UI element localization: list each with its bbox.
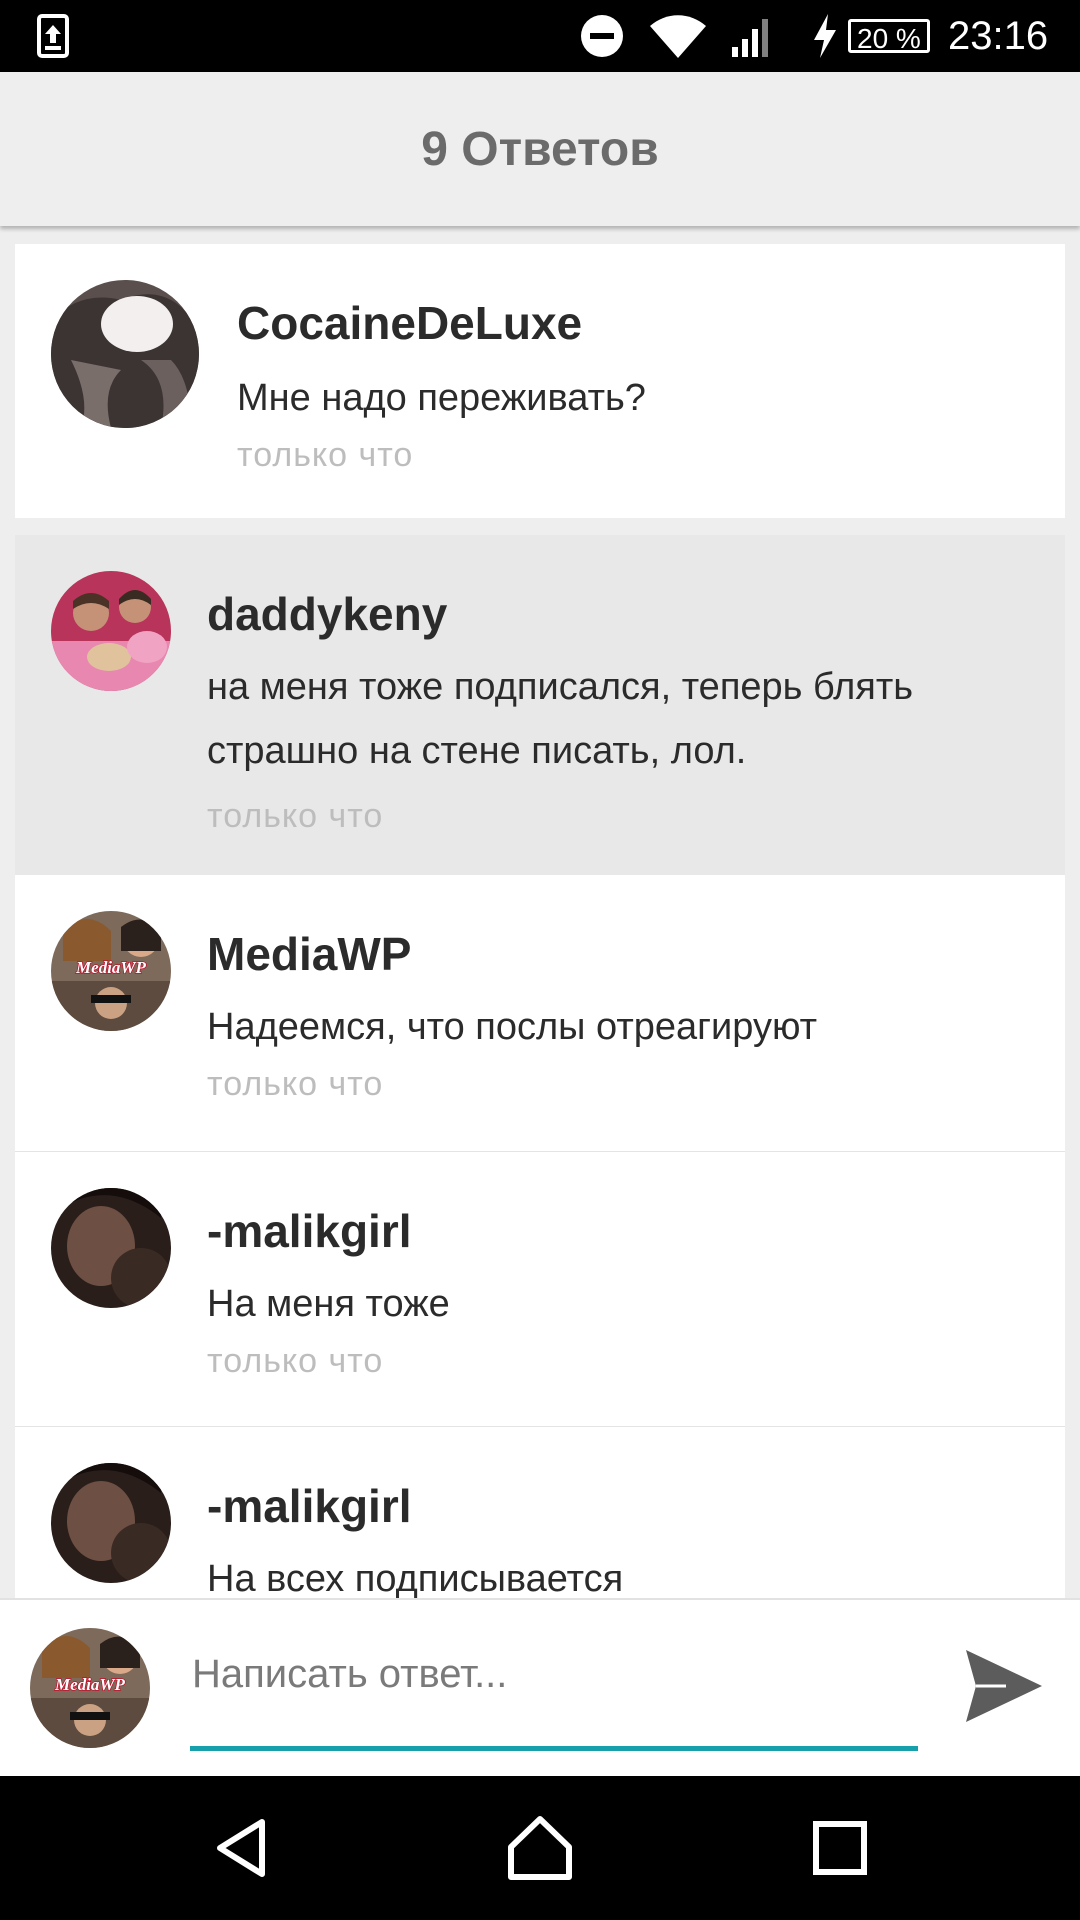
signal-icon [730, 0, 776, 72]
reply-message: На меня тоже [207, 1283, 450, 1325]
system-nav-bar [0, 1776, 1080, 1920]
status-bar: 20 % 23:16 [0, 0, 1080, 72]
avatar[interactable] [51, 1463, 171, 1583]
reply-timestamp: только что [207, 797, 384, 835]
reply-timestamp: только что [207, 1065, 384, 1103]
reply-timestamp: только что [237, 436, 414, 474]
avatar-logo-text: MediaWP [75, 958, 147, 977]
reply-message: Мне надо переживать? [237, 377, 646, 419]
reply-message: На всех подписывается [207, 1558, 624, 1598]
reply-message: Надеемся, что послы отреагируют [207, 1006, 818, 1048]
back-icon[interactable] [200, 1806, 284, 1890]
reply-item[interactable]: CocaineDeLuxe Мне надо переживать? тольк… [15, 244, 1065, 518]
username[interactable]: daddykeny [207, 587, 447, 641]
input-underline [190, 1746, 918, 1751]
username[interactable]: MediaWP [207, 927, 411, 981]
reply-item[interactable]: -malikgirl На меня тоже только что [15, 1151, 1065, 1427]
avatar-logo-text: MediaWP [54, 1675, 126, 1694]
wifi-icon [648, 0, 708, 72]
username[interactable]: -malikgirl [207, 1479, 412, 1533]
app-header: 9 Ответов [0, 72, 1080, 226]
avatar[interactable]: MediaWP [51, 911, 171, 1031]
avatar[interactable] [51, 280, 199, 428]
reply-input[interactable] [190, 1638, 922, 1710]
page-title: 9 Ответов [421, 122, 659, 176]
reply-item[interactable]: MediaWP MediaWP Надеемся, что послы отре… [15, 875, 1065, 1151]
reply-message: на меня тоже подписался, теперь блять ст… [207, 666, 914, 772]
avatar[interactable] [51, 1188, 171, 1308]
clock: 23:16 [948, 13, 1049, 58]
username[interactable]: -malikgirl [207, 1204, 412, 1258]
do-not-disturb-icon [580, 0, 624, 72]
reply-composer: MediaWP [0, 1598, 1080, 1776]
current-user-avatar: MediaWP [30, 1628, 150, 1748]
send-icon[interactable] [962, 1644, 1046, 1728]
upload-notification-icon [36, 0, 70, 72]
reply-item[interactable]: daddykeny на меня тоже подписался, тепер… [15, 535, 1065, 875]
reply-item[interactable]: -malikgirl На всех подписывается [15, 1426, 1065, 1598]
home-icon[interactable] [498, 1806, 582, 1890]
reply-timestamp: только что [207, 1342, 384, 1380]
recents-icon[interactable] [798, 1806, 882, 1890]
username[interactable]: CocaineDeLuxe [237, 296, 582, 350]
charging-icon [812, 0, 838, 72]
battery-indicator: 20 % [848, 0, 930, 72]
avatar[interactable] [51, 571, 171, 691]
replies-list[interactable]: CocaineDeLuxe Мне надо переживать? тольк… [15, 244, 1065, 1598]
